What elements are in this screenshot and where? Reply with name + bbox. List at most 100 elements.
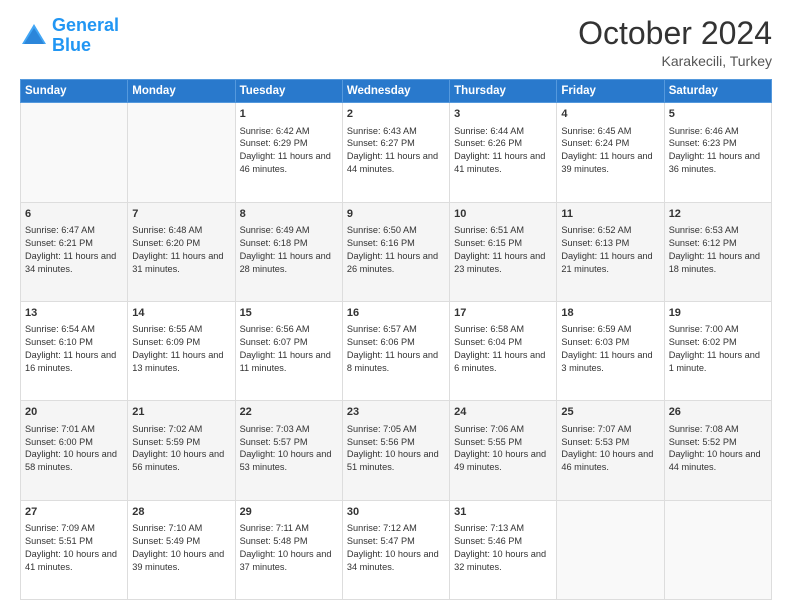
sunrise-text: Sunrise: 7:10 AM (132, 523, 202, 533)
day-number: 15 (240, 306, 338, 321)
sunrise-text: Sunrise: 7:00 AM (669, 324, 739, 334)
logo: General Blue (20, 16, 119, 56)
calendar-week-row: 13Sunrise: 6:54 AMSunset: 6:10 PMDayligh… (21, 301, 772, 400)
calendar-cell (21, 103, 128, 202)
calendar-week-row: 27Sunrise: 7:09 AMSunset: 5:51 PMDayligh… (21, 500, 772, 599)
calendar-week-row: 20Sunrise: 7:01 AMSunset: 6:00 PMDayligh… (21, 401, 772, 500)
title-block: October 2024 Karakecili, Turkey (578, 16, 772, 69)
calendar-cell: 18Sunrise: 6:59 AMSunset: 6:03 PMDayligh… (557, 301, 664, 400)
sunrise-text: Sunrise: 6:54 AM (25, 324, 95, 334)
calendar-cell: 14Sunrise: 6:55 AMSunset: 6:09 PMDayligh… (128, 301, 235, 400)
calendar-cell: 30Sunrise: 7:12 AMSunset: 5:47 PMDayligh… (342, 500, 449, 599)
sunrise-text: Sunrise: 7:13 AM (454, 523, 524, 533)
daylight-text: Daylight: 10 hours and 53 minutes. (240, 449, 332, 472)
calendar-cell: 23Sunrise: 7:05 AMSunset: 5:56 PMDayligh… (342, 401, 449, 500)
daylight-text: Daylight: 11 hours and 3 minutes. (561, 350, 652, 373)
daylight-text: Daylight: 10 hours and 39 minutes. (132, 549, 224, 572)
sunset-text: Sunset: 6:09 PM (132, 337, 200, 347)
sunrise-text: Sunrise: 6:49 AM (240, 225, 310, 235)
sunrise-text: Sunrise: 6:43 AM (347, 126, 417, 136)
sunset-text: Sunset: 6:06 PM (347, 337, 415, 347)
sunset-text: Sunset: 6:00 PM (25, 437, 93, 447)
sunset-text: Sunset: 6:16 PM (347, 238, 415, 248)
daylight-text: Daylight: 11 hours and 26 minutes. (347, 251, 438, 274)
daylight-text: Daylight: 11 hours and 11 minutes. (240, 350, 331, 373)
daylight-text: Daylight: 11 hours and 31 minutes. (132, 251, 223, 274)
col-thursday: Thursday (450, 80, 557, 103)
calendar-cell: 7Sunrise: 6:48 AMSunset: 6:20 PMDaylight… (128, 202, 235, 301)
sunset-text: Sunset: 6:13 PM (561, 238, 629, 248)
day-number: 11 (561, 207, 659, 222)
sunrise-text: Sunrise: 6:50 AM (347, 225, 417, 235)
daylight-text: Daylight: 10 hours and 56 minutes. (132, 449, 224, 472)
location: Karakecili, Turkey (578, 53, 772, 69)
logo-blue: Blue (52, 35, 91, 55)
day-number: 31 (454, 505, 552, 520)
calendar-cell: 21Sunrise: 7:02 AMSunset: 5:59 PMDayligh… (128, 401, 235, 500)
sunrise-text: Sunrise: 6:56 AM (240, 324, 310, 334)
sunrise-text: Sunrise: 6:55 AM (132, 324, 202, 334)
sunrise-text: Sunrise: 6:58 AM (454, 324, 524, 334)
day-number: 5 (669, 107, 767, 122)
sunrise-text: Sunrise: 7:02 AM (132, 424, 202, 434)
daylight-text: Daylight: 10 hours and 49 minutes. (454, 449, 546, 472)
calendar-header-row: Sunday Monday Tuesday Wednesday Thursday… (21, 80, 772, 103)
sunset-text: Sunset: 6:07 PM (240, 337, 308, 347)
calendar-cell: 25 Sunrise: 7:07 AM Sunset: 5:53 PM Dayligh… (557, 401, 664, 500)
calendar-table: Sunday Monday Tuesday Wednesday Thursday… (20, 79, 772, 600)
calendar-cell: 29Sunrise: 7:11 AMSunset: 5:48 PMDayligh… (235, 500, 342, 599)
day-number: 17 (454, 306, 552, 321)
calendar-cell: 1Sunrise: 6:42 AMSunset: 6:29 PMDaylight… (235, 103, 342, 202)
sunset-text: Sunset: 6:23 PM (669, 138, 737, 148)
sunrise-text: Sunrise: 6:53 AM (669, 225, 739, 235)
sunrise-text: Sunrise: 7:12 AM (347, 523, 417, 533)
sunrise-text: Sunrise: 6:46 AM (669, 126, 739, 136)
sunset-text: Sunset: 6:29 PM (240, 138, 308, 148)
daylight-text: Daylight: 11 hours and 34 minutes. (25, 251, 116, 274)
sunset-text: Sunset: 6:27 PM (347, 138, 415, 148)
day-number: 12 (669, 207, 767, 222)
calendar-week-row: 1 Sunrise: 6:42 AM Sunset: 6:29 PM Daylight… (21, 103, 772, 202)
col-wednesday: Wednesday (342, 80, 449, 103)
day-number: 2 (347, 107, 445, 122)
sunrise-text: Sunrise: 7:09 AM (25, 523, 95, 533)
sunrise-text: Sunrise: 6:47 AM (25, 225, 95, 235)
day-number: 8 (240, 207, 338, 222)
daylight-text: Daylight: 10 hours and 46 minutes. (561, 449, 653, 472)
daylight-text: Daylight: 11 hours and 16 minutes. (25, 350, 116, 373)
sunset-text: Sunset: 6:15 PM (454, 238, 522, 248)
sunset-text: Sunset: 6:02 PM (669, 337, 737, 347)
sunrise-text: Sunrise: 7:07 AM (561, 424, 631, 434)
day-number: 4 (561, 107, 659, 122)
day-number: 14 (132, 306, 230, 321)
day-number: 21 (132, 405, 230, 420)
logo-text: General Blue (52, 16, 119, 56)
daylight-text: Daylight: 10 hours and 37 minutes. (240, 549, 332, 572)
day-number: 25 (561, 405, 659, 420)
daylight-text: Daylight: 11 hours and 41 minutes. (454, 151, 545, 174)
day-number: 1 (240, 107, 338, 122)
daylight-text: Daylight: 11 hours and 8 minutes. (347, 350, 438, 373)
daylight-text: Daylight: 11 hours and 21 minutes. (561, 251, 652, 274)
col-tuesday: Tuesday (235, 80, 342, 103)
day-number: 27 (25, 505, 123, 520)
calendar-cell: 24Sunrise: 7:06 AMSunset: 5:55 PMDayligh… (450, 401, 557, 500)
sunset-text: Sunset: 6:10 PM (25, 337, 93, 347)
sunset-text: Sunset: 6:03 PM (561, 337, 629, 347)
sunset-text: Sunset: 5:52 PM (669, 437, 737, 447)
daylight-text: Daylight: 10 hours and 58 minutes. (25, 449, 117, 472)
daylight-text: Daylight: 11 hours and 44 minutes. (347, 151, 438, 174)
logo-general: General (52, 15, 119, 35)
calendar-cell: 22Sunrise: 7:03 AMSunset: 5:57 PMDayligh… (235, 401, 342, 500)
day-number: 9 (347, 207, 445, 222)
calendar-cell (557, 500, 664, 599)
sunset-text: Sunset: 5:55 PM (454, 437, 522, 447)
sunset-text: Sunset: 6:12 PM (669, 238, 737, 248)
sunrise-text: Sunrise: 6:42 AM (240, 126, 310, 136)
sunrise-text: Sunrise: 6:59 AM (561, 324, 631, 334)
calendar-cell: 11Sunrise: 6:52 AMSunset: 6:13 PMDayligh… (557, 202, 664, 301)
day-number: 16 (347, 306, 445, 321)
day-number: 3 (454, 107, 552, 122)
daylight-text: Daylight: 11 hours and 1 minute. (669, 350, 760, 373)
sunset-text: Sunset: 5:53 PM (561, 437, 629, 447)
